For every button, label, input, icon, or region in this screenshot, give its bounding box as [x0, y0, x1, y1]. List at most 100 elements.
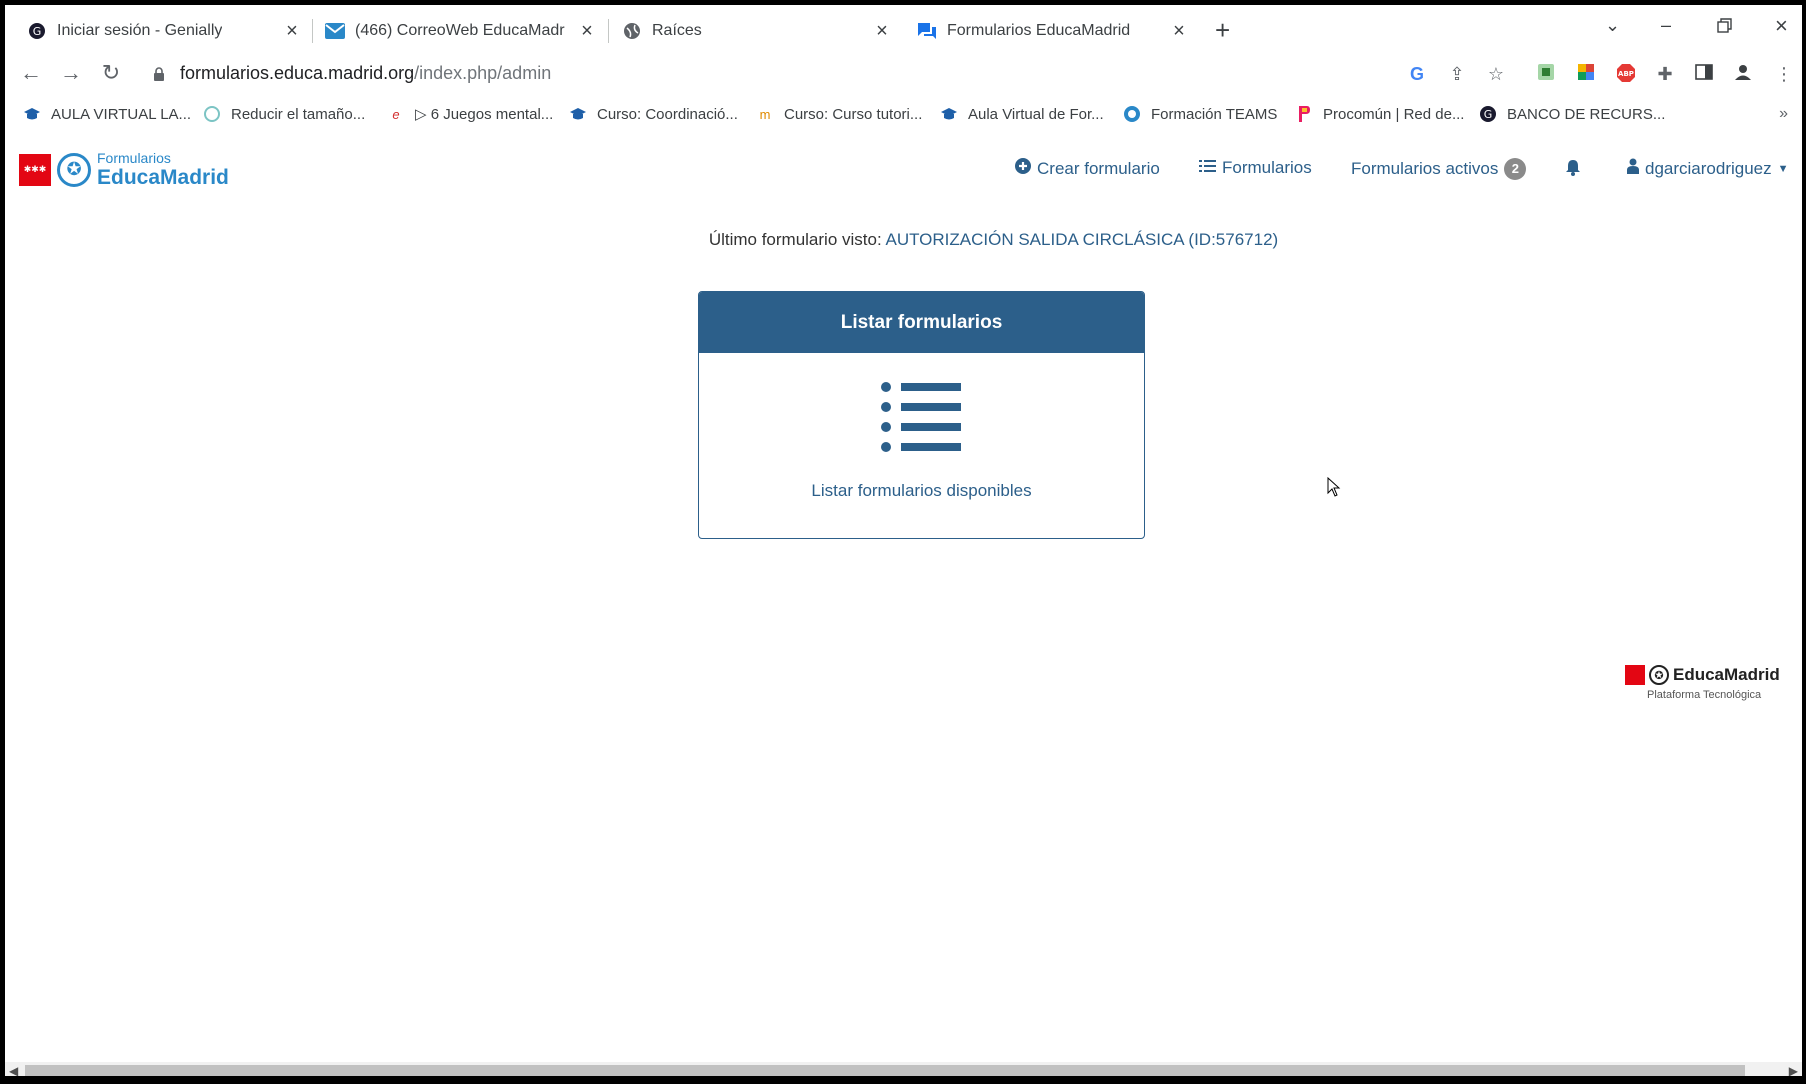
educamadrid-star-icon: ✪ [57, 152, 91, 187]
reload-icon[interactable]: ↻ [99, 61, 123, 85]
nav-create-label: Crear formulario [1037, 158, 1160, 178]
extension-color-icon[interactable] [1575, 63, 1597, 85]
caret-down-icon: ▼ [1777, 162, 1789, 175]
mail-icon [325, 21, 345, 41]
bookmark-item[interactable]: m Curso: Curso tutori... [756, 105, 923, 123]
share-icon[interactable]: ⇪ [1446, 63, 1468, 85]
footer-logo[interactable]: ✪ EducaMadrid [1625, 665, 1780, 685]
mouse-cursor-icon [1327, 477, 1341, 497]
bookmark-item[interactable]: Reducir el tamaño... [203, 105, 365, 123]
globe-icon [622, 21, 642, 41]
logo-subtitle: Formularios [97, 150, 171, 166]
bookmark-item[interactable]: Curso: Coordinació... [569, 105, 738, 123]
tab-bar: G Iniciar sesión - Genially × (466) Corr… [5, 5, 1802, 51]
list-forms-link[interactable]: Listar formularios disponibles [699, 481, 1144, 501]
close-tab-icon[interactable]: × [282, 21, 302, 41]
tab-search-chevron-icon[interactable]: ⌄ [1605, 15, 1620, 36]
list-icon [1199, 159, 1216, 178]
bookmarks-bar: AULA VIRTUAL LA... Reducir el tamaño... … [5, 97, 1802, 131]
adblock-icon[interactable]: ABP [1615, 63, 1637, 85]
bookmark-item[interactable]: Aula Virtual de For... [940, 105, 1104, 123]
bookmark-item[interactable]: Formación TEAMS [1123, 105, 1277, 123]
side-panel-icon[interactable] [1693, 63, 1715, 85]
tab-title: Formularios EducaMadrid [947, 22, 1131, 39]
tab-title: (466) CorreoWeb EducaMadrid : [355, 22, 565, 39]
graduation-cap-icon [569, 105, 587, 123]
educamadrid-logo[interactable]: ✱✱✱ ✪ Formularios EducaMadrid [19, 151, 229, 188]
bookmarks-overflow-icon[interactable]: » [1779, 105, 1788, 123]
notifications-bell-icon[interactable] [1565, 159, 1581, 181]
nav-active-label: Formularios activos [1351, 159, 1499, 178]
genially-icon: G [27, 21, 47, 41]
close-tab-icon[interactable]: × [872, 21, 892, 41]
last-seen-label: Último formulario visto: [708, 230, 882, 249]
bookmark-label: Aula Virtual de For... [968, 105, 1104, 123]
tab-genially[interactable]: G Iniciar sesión - Genially × [27, 13, 302, 49]
browser-toolbar: ← → ↻ formularios.educa.madrid.org/index… [5, 51, 1802, 97]
new-tab-icon[interactable]: + [1215, 17, 1230, 43]
menu-kebab-icon[interactable]: ⋮ [1773, 63, 1795, 85]
teams-globe-icon [1123, 105, 1141, 123]
scroll-left-icon[interactable]: ◀ [9, 1064, 18, 1076]
tab-divider [608, 19, 609, 43]
url-host: formularios.educa.madrid.org [180, 63, 415, 83]
minimize-icon[interactable]: – [1661, 15, 1671, 36]
user-icon [1627, 158, 1639, 179]
back-icon[interactable]: ← [19, 61, 43, 85]
genially-icon: G [1479, 105, 1497, 123]
tab-title: Iniciar sesión - Genially [57, 22, 223, 39]
bookmark-label: AULA VIRTUAL LA... [51, 105, 192, 123]
scrollbar-thumb[interactable] [25, 1065, 1745, 1076]
bookmark-item[interactable]: Procomún | Red de... [1295, 105, 1464, 123]
url-path: /index.php/admin [414, 63, 552, 83]
last-seen-form-link[interactable]: AUTORIZACIÓN SALIDA CIRCLÁSICA (ID:57671… [885, 230, 1278, 249]
comunidad-madrid-flag-icon [1625, 665, 1645, 685]
nav-active-forms[interactable]: Formularios activos 2 [1351, 158, 1527, 180]
graduation-cap-icon [23, 105, 41, 123]
nav-forms[interactable]: Formularios [1199, 158, 1312, 178]
bookmark-label: Procomún | Red de... [1323, 105, 1465, 123]
close-tab-icon[interactable]: × [577, 21, 597, 41]
active-forms-count-badge: 2 [1504, 158, 1527, 180]
browser-window: G Iniciar sesión - Genially × (466) Corr… [0, 0, 1806, 1084]
tab-divider [312, 19, 313, 43]
svg-text:ABP: ABP [1618, 70, 1634, 78]
scroll-right-icon[interactable]: ▶ [1789, 1064, 1798, 1076]
profile-icon[interactable] [1732, 63, 1754, 85]
bookmark-label: Reducir el tamaño... [231, 105, 366, 123]
bookmark-star-icon[interactable]: ☆ [1485, 63, 1507, 85]
google-lens-icon[interactable]: G [1406, 63, 1428, 85]
logo-title: EducaMadrid [97, 166, 229, 189]
educamadrid-star-icon: ✪ [1649, 665, 1669, 685]
bookmark-label: Curso: Coordinació... [597, 105, 738, 123]
tab-title: Raíces [652, 22, 702, 39]
graduation-cap-icon [940, 105, 958, 123]
forward-icon[interactable]: → [59, 61, 83, 85]
list-forms-panel[interactable]: Listar formularios Listar formularios di… [698, 291, 1145, 539]
extensions-puzzle-icon[interactable]: ✚ [1654, 63, 1676, 85]
list-icon [881, 382, 961, 452]
close-window-icon[interactable]: × [1775, 13, 1788, 39]
extension-green-icon[interactable] [1535, 63, 1557, 85]
svg-text:G: G [1484, 108, 1493, 121]
horizontal-scrollbar[interactable]: ◀ ▶ [5, 1062, 1802, 1076]
user-menu[interactable]: dgarciarodriguez ▼ [1627, 158, 1789, 179]
tab-formularios[interactable]: Formularios EducaMadrid × [917, 13, 1189, 49]
tab-correoweb[interactable]: (466) CorreoWeb EducaMadrid : × [325, 13, 597, 49]
nav-forms-label: Formularios [1222, 158, 1312, 177]
bookmark-label: BANCO DE RECURS... [1507, 105, 1666, 123]
bookmark-item[interactable]: e ▷ 6 Juegos mental... [387, 105, 553, 123]
restore-icon[interactable] [1717, 17, 1732, 38]
address-bar[interactable]: formularios.educa.madrid.org/index.php/a… [180, 63, 551, 84]
close-tab-icon[interactable]: × [1169, 21, 1189, 41]
bookmark-item[interactable]: G BANCO DE RECURS... [1479, 105, 1665, 123]
bookmark-item[interactable]: AULA VIRTUAL LA... [23, 105, 191, 123]
procomun-icon [1295, 105, 1313, 123]
comunidad-madrid-flag-icon: ✱✱✱ [19, 153, 51, 186]
forms-icon [917, 21, 937, 41]
bookmark-label: Formación TEAMS [1151, 105, 1278, 123]
footer-brand: EducaMadrid [1673, 665, 1780, 684]
tab-raices[interactable]: Raíces × [622, 13, 892, 49]
edge-e-icon: e [392, 106, 400, 122]
nav-create-form[interactable]: Crear formulario [1015, 158, 1160, 179]
